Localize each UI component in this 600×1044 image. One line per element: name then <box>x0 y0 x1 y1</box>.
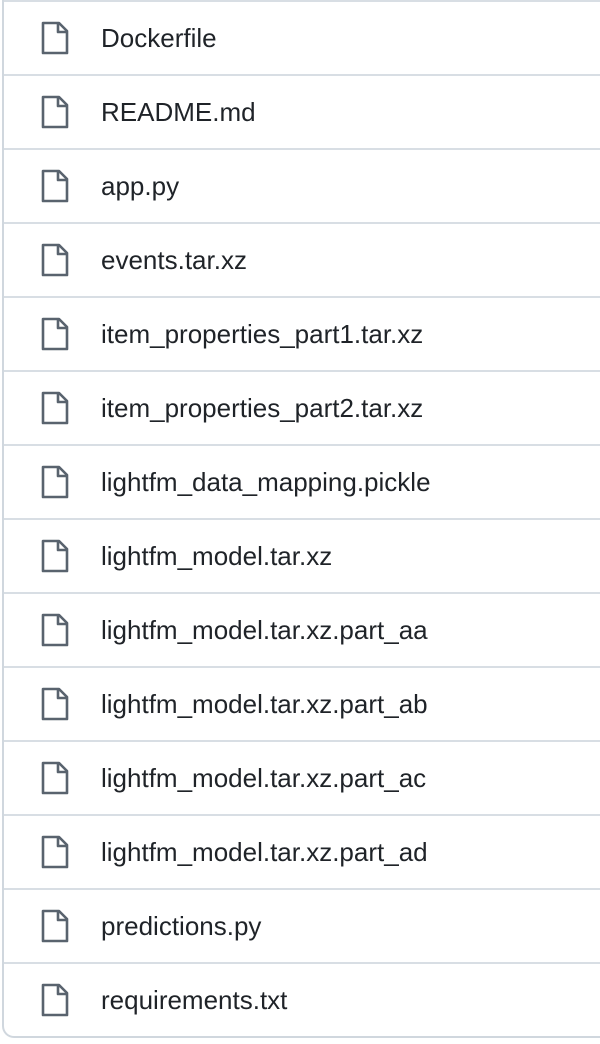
file-row-app-py[interactable]: app.py <box>4 148 600 222</box>
file-row-predictions[interactable]: predictions.py <box>4 888 600 962</box>
file-list: Dockerfile README.md app.py events.tar.x… <box>2 0 600 1038</box>
file-row-lightfm-model-part-ac[interactable]: lightfm_model.tar.xz.part_ac <box>4 740 600 814</box>
file-icon <box>40 316 70 352</box>
file-icon <box>40 686 70 722</box>
file-row-dockerfile[interactable]: Dockerfile <box>4 0 600 74</box>
file-name-link[interactable]: predictions.py <box>101 913 261 939</box>
file-name-link[interactable]: lightfm_model.tar.xz.part_ac <box>101 765 426 791</box>
file-icon <box>40 242 70 278</box>
file-name-link[interactable]: lightfm_model.tar.xz.part_ad <box>101 839 428 865</box>
file-row-item-properties-part2[interactable]: item_properties_part2.tar.xz <box>4 370 600 444</box>
file-icon <box>40 982 70 1018</box>
file-row-lightfm-data-mapping[interactable]: lightfm_data_mapping.pickle <box>4 444 600 518</box>
file-row-events[interactable]: events.tar.xz <box>4 222 600 296</box>
file-name-link[interactable]: item_properties_part2.tar.xz <box>101 395 423 421</box>
file-icon <box>40 908 70 944</box>
file-icon <box>40 612 70 648</box>
file-icon <box>40 94 70 130</box>
file-row-requirements[interactable]: requirements.txt <box>4 962 600 1036</box>
file-icon <box>40 20 70 56</box>
file-icon <box>40 538 70 574</box>
file-icon <box>40 390 70 426</box>
file-row-lightfm-model-part-ad[interactable]: lightfm_model.tar.xz.part_ad <box>4 814 600 888</box>
file-name-link[interactable]: app.py <box>101 173 179 199</box>
file-name-link[interactable]: lightfm_model.tar.xz.part_aa <box>101 617 428 643</box>
file-name-link[interactable]: requirements.txt <box>101 987 287 1013</box>
file-name-link[interactable]: events.tar.xz <box>101 247 247 273</box>
file-icon <box>40 760 70 796</box>
file-row-item-properties-part1[interactable]: item_properties_part1.tar.xz <box>4 296 600 370</box>
file-name-link[interactable]: README.md <box>101 99 256 125</box>
file-name-link[interactable]: lightfm_model.tar.xz <box>101 543 332 569</box>
file-icon <box>40 834 70 870</box>
file-row-lightfm-model-part-ab[interactable]: lightfm_model.tar.xz.part_ab <box>4 666 600 740</box>
file-name-link[interactable]: lightfm_model.tar.xz.part_ab <box>101 691 428 717</box>
file-name-link[interactable]: Dockerfile <box>101 25 217 51</box>
file-name-link[interactable]: lightfm_data_mapping.pickle <box>101 469 431 495</box>
file-name-link[interactable]: item_properties_part1.tar.xz <box>101 321 423 347</box>
file-icon <box>40 464 70 500</box>
file-row-lightfm-model[interactable]: lightfm_model.tar.xz <box>4 518 600 592</box>
file-row-readme[interactable]: README.md <box>4 74 600 148</box>
file-icon <box>40 168 70 204</box>
file-row-lightfm-model-part-aa[interactable]: lightfm_model.tar.xz.part_aa <box>4 592 600 666</box>
